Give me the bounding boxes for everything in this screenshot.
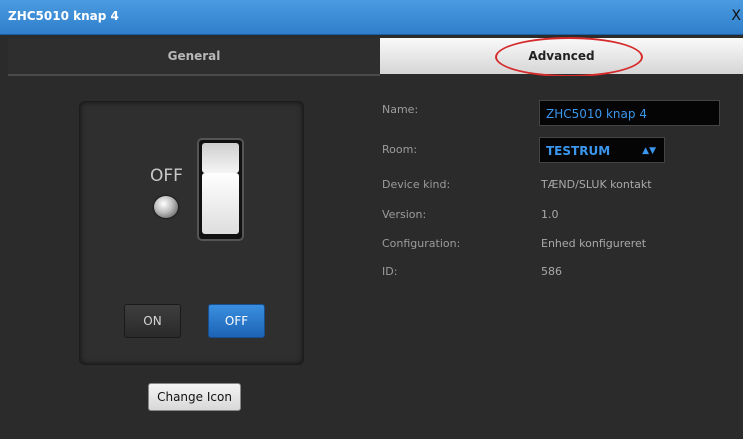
state-label: OFF [150,166,183,186]
room-select[interactable]: TESTRUM ▲▼ [539,137,665,163]
kind-label: Device kind: [382,178,451,191]
version-label: Version: [382,208,427,221]
name-input[interactable]: ZHC5010 knap 4 [539,100,720,126]
room-value: TESTRUM [546,144,611,158]
config-label: Configuration: [382,237,461,250]
switch-bottom [202,173,239,234]
room-label: Room: [382,143,418,156]
select-arrows-icon: ▲▼ [642,146,656,156]
id-label: ID: [382,265,398,278]
close-icon[interactable]: X [731,8,741,24]
tab-advanced[interactable]: Advanced [380,38,743,74]
version-value: 1.0 [541,208,559,221]
tab-bar: General Advanced [8,38,743,76]
tab-general[interactable]: General [8,38,380,76]
config-value: Enhed konfigureret [541,237,647,250]
status-led-icon [154,196,178,218]
off-button[interactable]: OFF [208,304,265,338]
change-icon-button[interactable]: Change Icon [148,383,241,411]
switch-top [202,143,239,173]
id-value: 586 [541,265,562,278]
name-label: Name: [382,103,419,116]
device-panel [79,101,304,365]
kind-value: TÆND/SLUK kontakt [541,178,652,191]
on-button[interactable]: ON [124,304,181,338]
window-title: ZHC5010 knap 4 [8,9,119,23]
title-bar: ZHC5010 knap 4 X [0,0,743,35]
toggle-switch-icon[interactable] [197,138,244,241]
